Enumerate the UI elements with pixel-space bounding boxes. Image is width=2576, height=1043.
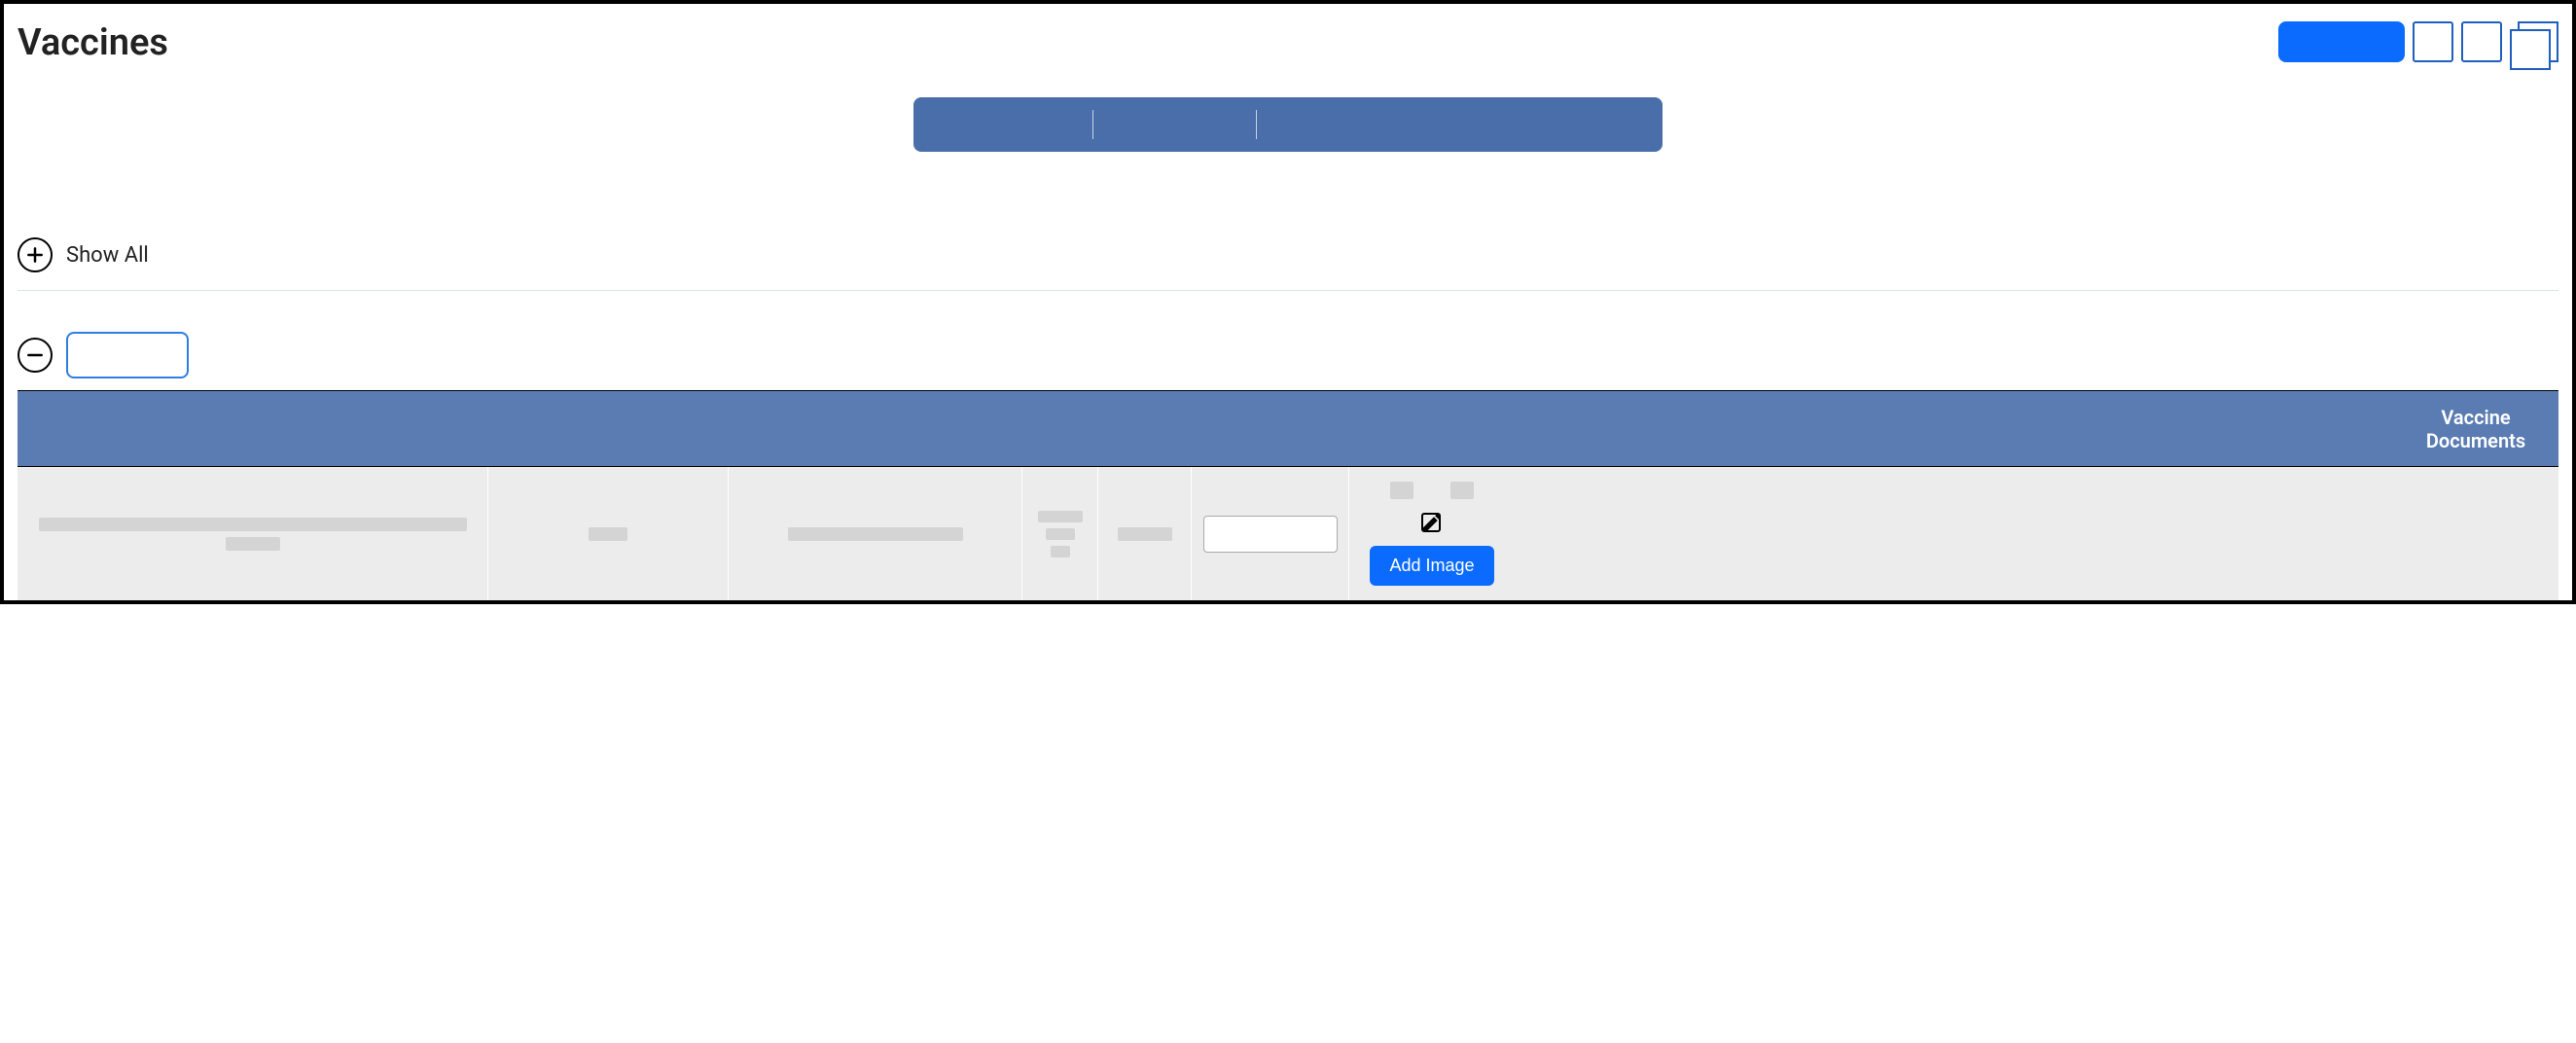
placeholder-text: [1038, 511, 1083, 522]
tab-3[interactable]: [1257, 110, 1663, 139]
tab-bar: [913, 97, 1663, 152]
td-col-2: [488, 467, 729, 600]
vaccine-table: Vaccine Documents: [18, 390, 2558, 600]
placeholder-text: [226, 537, 280, 551]
minus-icon: [25, 345, 45, 365]
section-row: [4, 332, 2572, 378]
table-row: Add Image: [18, 466, 2558, 600]
td-vaccine-documents: Add Image: [1349, 467, 1515, 600]
placeholder-text: [1450, 482, 1474, 499]
copy-icon-front: [2510, 29, 2551, 70]
expand-all-button[interactable]: [18, 237, 53, 272]
td-col-4: [1022, 467, 1098, 600]
placeholder-text: [1051, 546, 1070, 557]
th-vaccine-documents: Vaccine Documents: [2393, 391, 2558, 466]
divider: [18, 290, 2558, 291]
doc-placeholder-row: [1390, 482, 1474, 499]
collapse-section-button[interactable]: [18, 338, 53, 373]
tab-2[interactable]: [1093, 110, 1257, 139]
plus-icon: [25, 245, 45, 265]
placeholder-text: [589, 527, 627, 541]
secondary-action-button-2[interactable]: [2461, 21, 2502, 62]
placeholder-text: [1118, 527, 1172, 541]
placeholder-text: [1046, 528, 1075, 540]
page-header: Vaccines: [4, 4, 2572, 70]
copy-stack-button[interactable]: [2510, 21, 2558, 70]
table-header: Vaccine Documents: [18, 390, 2558, 466]
td-col-1: [18, 467, 488, 600]
td-col-6: [1192, 467, 1349, 600]
show-all-label: Show All: [66, 243, 149, 268]
show-all-row: Show All: [4, 237, 2572, 272]
primary-action-button[interactable]: [2278, 21, 2405, 62]
placeholder-text: [39, 518, 467, 531]
placeholder-text: [1390, 482, 1413, 499]
placeholder-text: [788, 527, 963, 541]
vaccine-input[interactable]: [1203, 516, 1338, 553]
td-col-3: [729, 467, 1022, 600]
section-title-button[interactable]: [66, 332, 189, 378]
secondary-action-button-1[interactable]: [2413, 21, 2453, 62]
page-container: Vaccines Show All: [0, 0, 2576, 604]
edit-icon[interactable]: [1420, 511, 1444, 534]
page-title: Vaccines: [18, 21, 168, 64]
td-col-5: [1098, 467, 1192, 600]
header-actions: [2278, 21, 2558, 70]
tab-1[interactable]: [913, 110, 1093, 139]
add-image-button[interactable]: Add Image: [1370, 546, 1493, 586]
